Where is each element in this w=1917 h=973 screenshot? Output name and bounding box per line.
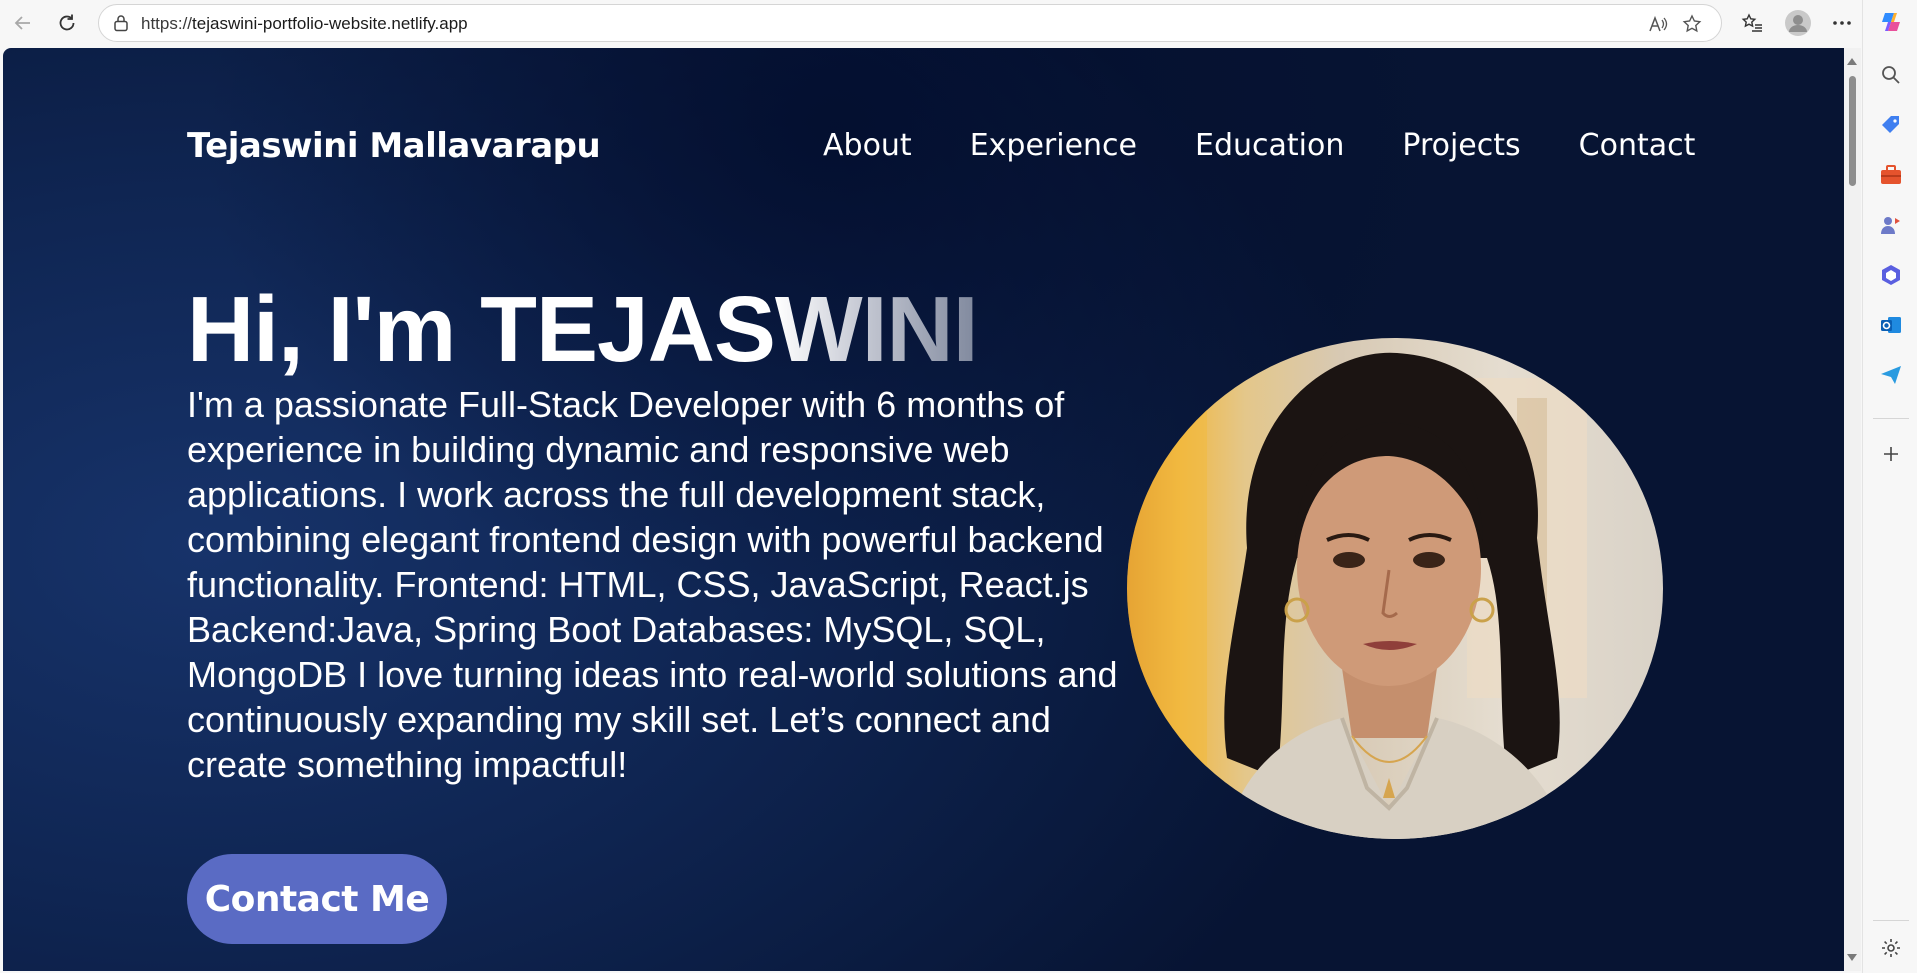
favorites-button[interactable] bbox=[1735, 6, 1769, 40]
scroll-up-arrow-icon[interactable] bbox=[1847, 58, 1857, 65]
favorites-list-icon bbox=[1741, 13, 1762, 32]
settings-gear-icon[interactable] bbox=[1879, 936, 1903, 960]
hero-greeting-fading: WINI bbox=[774, 277, 979, 381]
url-text[interactable]: https://tejaswini-portfolio-website.netl… bbox=[141, 14, 468, 34]
tools-briefcase-icon[interactable] bbox=[1879, 163, 1903, 187]
hero-bio: I'm a passionate Full-Stack Developer wi… bbox=[187, 384, 1118, 785]
site-logo[interactable]: Tejaswini Mallavarapu bbox=[187, 126, 601, 166]
sidebar-divider-bottom bbox=[1873, 920, 1909, 921]
nav-contact[interactable]: Contact bbox=[1579, 128, 1696, 163]
refresh-icon bbox=[59, 14, 75, 31]
browser-toolbar: https://tejaswini-portfolio-website.netl… bbox=[0, 0, 1917, 46]
ellipsis-icon bbox=[1833, 21, 1851, 25]
profile-photo bbox=[1127, 338, 1663, 839]
hero-greeting: Hi, I'm TEJAS bbox=[187, 277, 776, 381]
portrait-illustration bbox=[1127, 338, 1587, 839]
copilot-icon[interactable] bbox=[1879, 10, 1903, 34]
microsoft-365-icon[interactable] bbox=[1879, 263, 1903, 287]
contact-me-button[interactable]: Contact Me bbox=[187, 854, 447, 944]
sidebar-divider bbox=[1873, 418, 1909, 419]
back-button[interactable] bbox=[6, 6, 40, 40]
more-options-button[interactable] bbox=[1825, 6, 1859, 40]
avatar-icon bbox=[1785, 10, 1811, 36]
search-icon[interactable] bbox=[1879, 63, 1903, 87]
url-scheme: https:// bbox=[141, 14, 193, 33]
back-arrow-icon bbox=[14, 16, 30, 30]
url-host: tejaswini-portfolio-website.netlify.app bbox=[192, 14, 468, 33]
hero-title: Hi, I'm TEJASWINI bbox=[187, 276, 979, 383]
read-aloud-icon[interactable] bbox=[1647, 13, 1669, 35]
favorite-star-icon[interactable] bbox=[1681, 13, 1703, 35]
games-icon[interactable] bbox=[1879, 213, 1903, 237]
scroll-down-arrow-icon[interactable] bbox=[1847, 954, 1857, 961]
page-scrollbar[interactable] bbox=[1844, 48, 1861, 971]
add-icon[interactable] bbox=[1879, 442, 1903, 466]
address-bar[interactable]: https://tejaswini-portfolio-website.netl… bbox=[98, 4, 1722, 42]
nav-experience[interactable]: Experience bbox=[970, 128, 1137, 163]
send-icon[interactable] bbox=[1879, 363, 1903, 387]
main-nav: About Experience Education Projects Cont… bbox=[823, 128, 1695, 163]
profile-button[interactable] bbox=[1781, 6, 1815, 40]
refresh-button[interactable] bbox=[50, 6, 84, 40]
scroll-thumb[interactable] bbox=[1849, 76, 1856, 186]
lock-icon[interactable] bbox=[111, 13, 131, 33]
nav-about[interactable]: About bbox=[823, 128, 912, 163]
browser-window: https://tejaswini-portfolio-website.netl… bbox=[0, 0, 1917, 973]
nav-projects[interactable]: Projects bbox=[1402, 128, 1520, 163]
outlook-icon[interactable] bbox=[1879, 313, 1903, 337]
browser-sidebar bbox=[1862, 0, 1917, 973]
page-viewport: Tejaswini Mallavarapu About Experience E… bbox=[3, 48, 1844, 971]
shopping-tag-icon[interactable] bbox=[1879, 113, 1903, 137]
nav-education[interactable]: Education bbox=[1195, 128, 1344, 163]
